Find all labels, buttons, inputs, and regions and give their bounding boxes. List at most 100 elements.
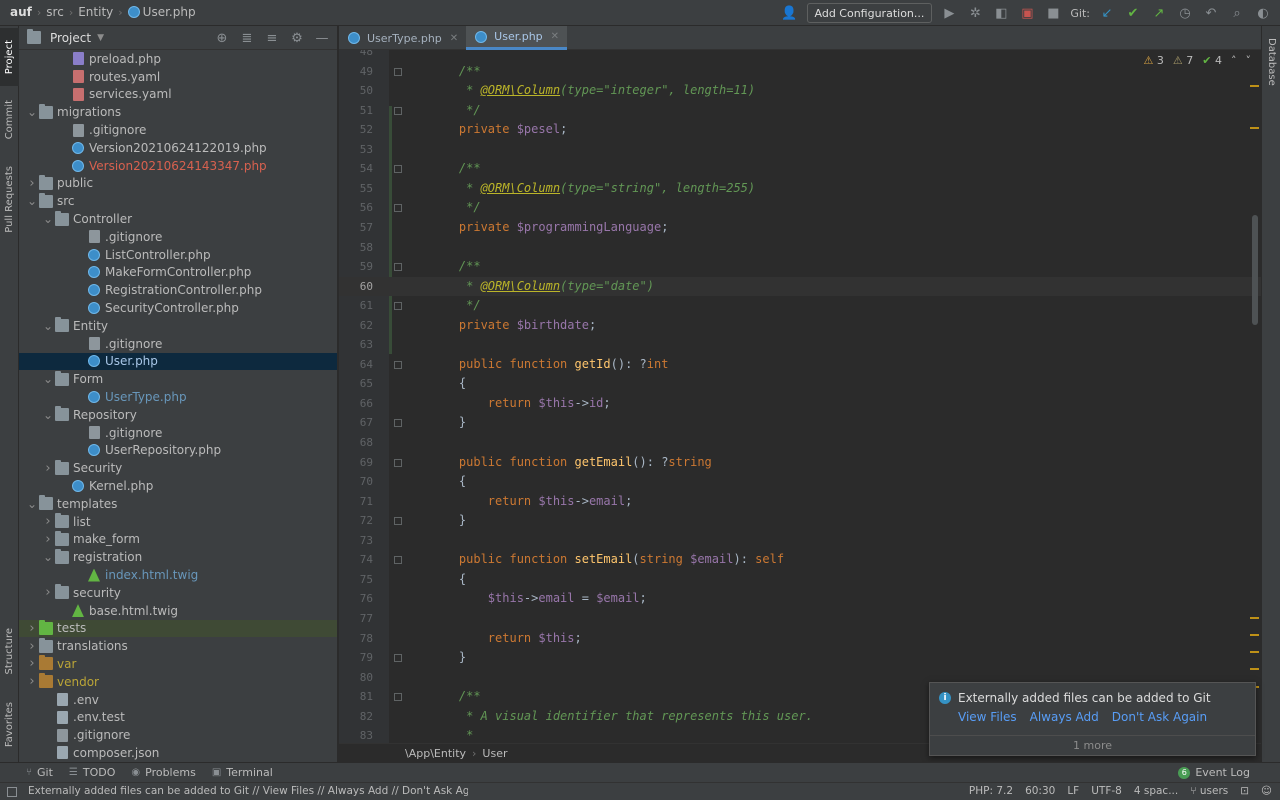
tree-item[interactable]: ⌄ Entity (19, 317, 337, 335)
line-number[interactable]: 68 (339, 433, 373, 453)
chevron-right-icon[interactable]: › (25, 674, 39, 689)
tree-item[interactable]: ListController.php (19, 246, 337, 264)
code-line[interactable]: 57 private $programmingLanguage; (339, 218, 1261, 238)
line-number[interactable]: 57 (339, 218, 373, 238)
breadcrumb-src[interactable]: src (46, 5, 64, 19)
breadcrumb-project[interactable]: auf (10, 5, 32, 19)
caret-position[interactable]: 60:30 (1025, 785, 1055, 797)
close-icon[interactable]: ✕ (450, 33, 458, 44)
tree-item[interactable]: .gitignore (19, 228, 337, 246)
code-line[interactable]: 75 { (339, 570, 1261, 590)
tree-item[interactable]: › translations (19, 637, 337, 655)
line-number[interactable]: 56 (339, 198, 373, 218)
fold-marker-icon[interactable] (394, 556, 402, 565)
chevron-down-icon[interactable]: ⌄ (41, 213, 55, 225)
tree-item[interactable]: RegistrationController.php (19, 281, 337, 299)
chevron-down-icon[interactable]: ▼ (97, 33, 104, 43)
line-number[interactable]: 55 (339, 179, 373, 199)
tool-tab-project[interactable]: Project (0, 28, 19, 86)
code-line[interactable]: 48 (339, 50, 1261, 62)
chevron-down-icon[interactable]: ⌄ (41, 409, 55, 421)
line-number[interactable]: 81 (339, 687, 373, 707)
line-number[interactable]: 70 (339, 472, 373, 492)
fold-marker-icon[interactable] (394, 458, 402, 467)
tree-item[interactable]: › public (19, 174, 337, 193)
line-number[interactable]: 78 (339, 629, 373, 649)
git-push-icon[interactable]: ↗ (1150, 4, 1168, 22)
code-line[interactable]: 55 * @ORM\Column(type="string", length=2… (339, 179, 1261, 199)
code-line[interactable]: 74 public function setEmail(string $emai… (339, 550, 1261, 570)
dont-ask-again-link[interactable]: Don't Ask Again (1112, 710, 1207, 724)
tree-item[interactable]: services.yaml (19, 86, 337, 104)
add-configuration-button[interactable]: Add Configuration... (806, 3, 933, 23)
line-number[interactable]: 66 (339, 394, 373, 414)
tool-terminal[interactable]: ▣ Terminal (212, 766, 273, 779)
code-line[interactable]: 66 return $this->id; (339, 394, 1261, 414)
line-number[interactable]: 82 (339, 707, 373, 727)
git-update-icon[interactable]: ↙ (1098, 4, 1116, 22)
chevron-down-icon[interactable]: ⌄ (25, 106, 39, 118)
tool-tab-commit[interactable]: Commit (0, 92, 19, 148)
line-number[interactable]: 83 (339, 726, 373, 743)
fold-marker-icon[interactable] (394, 654, 402, 663)
crumb-namespace[interactable]: \App\Entity (405, 747, 466, 760)
code-line[interactable]: 72 } (339, 511, 1261, 531)
crumb-class[interactable]: User (482, 747, 507, 760)
error-count[interactable]: ⚠ 3 (1144, 54, 1164, 67)
tree-item[interactable]: ⌄ Controller (19, 210, 337, 228)
code-line[interactable]: 63 (339, 335, 1261, 355)
locate-icon[interactable]: ⊕ (213, 29, 231, 47)
fold-marker-icon[interactable] (394, 204, 402, 213)
history-icon[interactable]: ◷ (1176, 4, 1194, 22)
coverage-icon[interactable]: ◧ (992, 4, 1010, 22)
status-message[interactable]: Externally added files can be added to G… (28, 785, 468, 797)
code-line[interactable]: 51 */ (339, 101, 1261, 121)
tree-item[interactable]: SecurityController.php (19, 299, 337, 317)
code-line[interactable]: 69 public function getEmail(): ?string (339, 453, 1261, 473)
code-line[interactable]: 56 */ (339, 198, 1261, 218)
tree-item[interactable]: preload.php (19, 50, 337, 68)
fold-marker-icon[interactable] (394, 517, 402, 526)
chevron-down-icon[interactable]: ⌄ (41, 551, 55, 563)
always-add-link[interactable]: Always Add (1030, 710, 1099, 724)
stripe-mark[interactable] (1250, 668, 1259, 670)
code-editor[interactable]: 48 49 /** 50 * @ORM\Column(type="integer",… (339, 50, 1261, 743)
code-line[interactable]: 50 * @ORM\Column(type="integer", length=… (339, 81, 1261, 101)
search-icon[interactable]: ⌕ (1228, 4, 1246, 22)
tool-problems[interactable]: ◉ Problems (131, 766, 195, 779)
code-line[interactable]: 59 /** (339, 257, 1261, 277)
line-separator[interactable]: LF (1067, 785, 1079, 797)
line-number[interactable]: 74 (339, 550, 373, 570)
tool-tab-pull-requests[interactable]: Pull Requests (0, 156, 19, 242)
gear-icon[interactable]: ⚙ (288, 29, 306, 47)
lock-icon[interactable]: ⊡ (1240, 785, 1249, 797)
line-number[interactable]: 63 (339, 335, 373, 355)
line-number[interactable]: 51 (339, 101, 373, 121)
chevron-right-icon[interactable]: › (25, 176, 39, 191)
line-number[interactable]: 71 (339, 492, 373, 512)
line-number[interactable]: 80 (339, 668, 373, 688)
project-view-dropdown[interactable]: Project (50, 31, 91, 45)
tree-item[interactable]: .gitignore (19, 121, 337, 139)
line-number[interactable]: 64 (339, 355, 373, 375)
code-line[interactable]: 73 (339, 531, 1261, 551)
code-line[interactable]: 79 } (339, 648, 1261, 668)
memory-icon[interactable]: ☺ (1261, 785, 1272, 797)
chevron-down-icon[interactable]: ⌄ (41, 373, 55, 385)
stripe-mark[interactable] (1250, 651, 1259, 653)
chevron-right-icon[interactable]: › (41, 461, 55, 476)
line-number[interactable]: 48 (339, 50, 373, 62)
git-branch[interactable]: ⑂ users (1190, 785, 1228, 797)
tree-item[interactable]: › list (19, 513, 337, 531)
chevron-down-icon[interactable]: ⌄ (41, 320, 55, 332)
line-number[interactable]: 59 (339, 257, 373, 277)
editor-tab[interactable]: UserType.php ✕ (339, 26, 466, 50)
tree-item[interactable]: .gitignore (19, 424, 337, 442)
fold-marker-icon[interactable] (394, 693, 402, 702)
tree-item[interactable]: › security (19, 584, 337, 602)
view-files-link[interactable]: View Files (958, 710, 1017, 724)
fold-marker-icon[interactable] (394, 165, 402, 174)
tree-item[interactable]: .env.test (19, 708, 337, 726)
file-encoding[interactable]: UTF-8 (1091, 785, 1122, 797)
tree-item[interactable]: Version20210624143347.php (19, 157, 337, 175)
